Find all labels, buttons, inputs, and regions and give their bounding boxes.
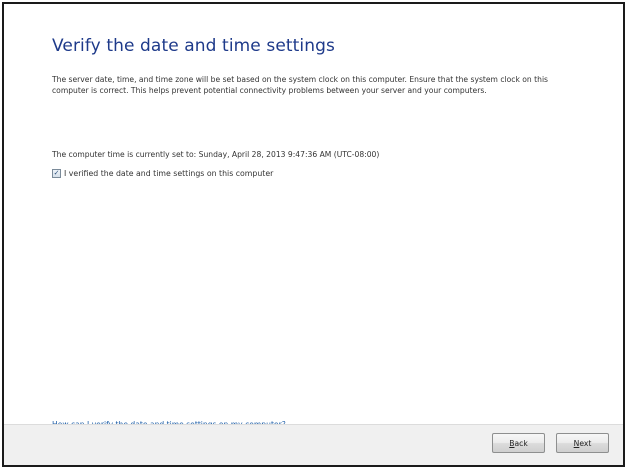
wizard-footer: Back Next	[4, 424, 623, 465]
next-button-label: ext	[579, 438, 592, 448]
back-button[interactable]: Back	[492, 433, 545, 453]
page-title: Verify the date and time settings	[52, 36, 335, 56]
checkmark-icon: ✓	[53, 169, 60, 177]
next-button[interactable]: Next	[556, 433, 609, 453]
back-button-label: ack	[514, 438, 528, 448]
description-text: The server date, time, and time zone wil…	[52, 75, 549, 95]
setup-wizard-window: Verify the date and time settings The se…	[2, 2, 625, 467]
verify-checkbox[interactable]: ✓	[52, 169, 61, 178]
wizard-content: Verify the date and time settings The se…	[4, 4, 623, 429]
verify-checkbox-row[interactable]: ✓ I verified the date and time settings …	[52, 169, 273, 178]
current-time-text: The computer time is currently set to: S…	[52, 150, 380, 159]
verify-checkbox-label[interactable]: I verified the date and time settings on…	[64, 169, 273, 178]
